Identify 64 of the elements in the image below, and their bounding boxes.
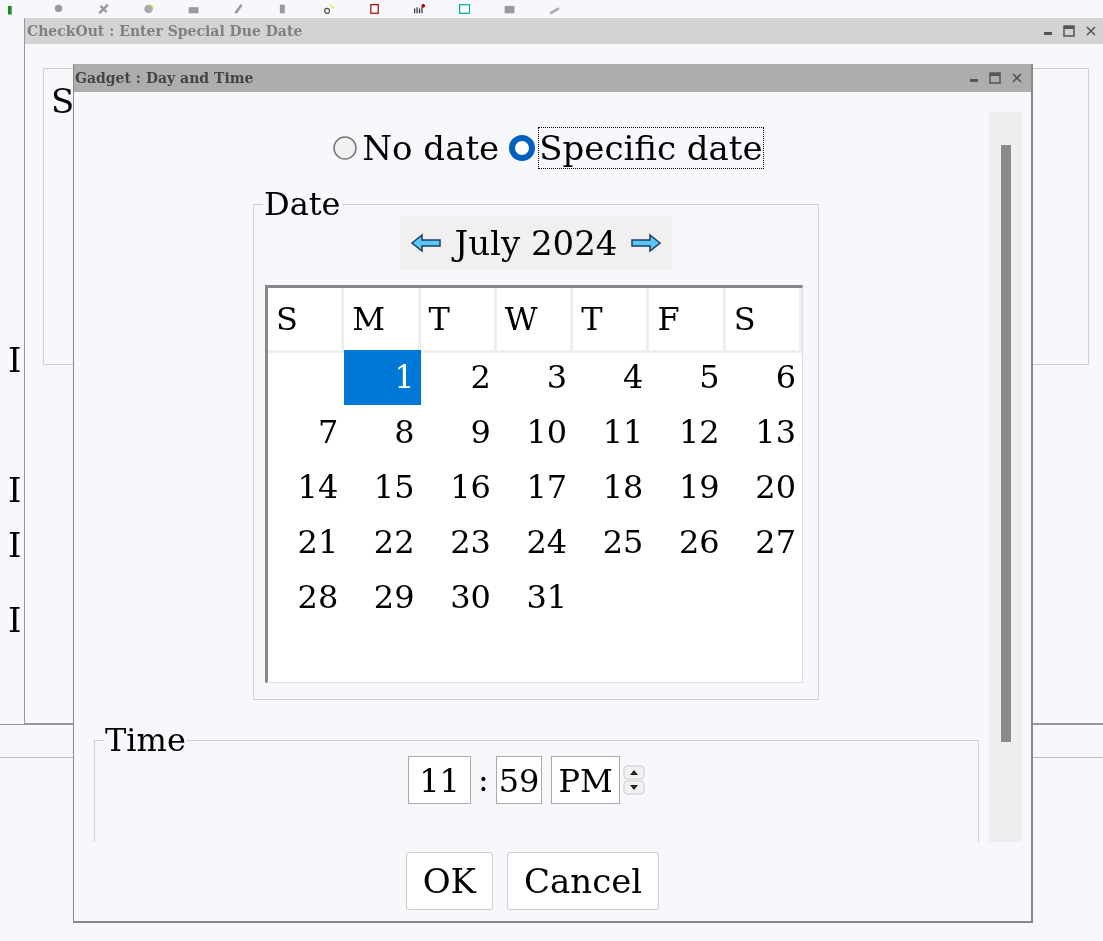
text-label: I (8, 525, 23, 565)
close-icon[interactable] (1085, 25, 1097, 37)
day-cell[interactable]: 10 (496, 405, 574, 460)
day-cell[interactable]: 29 (344, 570, 421, 625)
minute-field[interactable]: 59 (495, 756, 543, 804)
day-cell[interactable]: 25 (573, 515, 650, 570)
day-cell[interactable]: 5 (649, 350, 726, 405)
day-cell[interactable]: 7 (268, 405, 345, 460)
day-cell[interactable]: 22 (344, 515, 421, 570)
day-cell[interactable]: 27 (725, 515, 802, 570)
close-icon[interactable] (1011, 72, 1023, 84)
day-cell[interactable]: 20 (725, 460, 802, 515)
column-header: W (496, 288, 574, 353)
window-title: Gadget : Day and Time (75, 68, 254, 88)
day-cell[interactable]: 1 (344, 350, 421, 405)
day-cell[interactable]: 9 (420, 405, 497, 460)
day-cell[interactable]: 15 (344, 460, 421, 515)
text-label: I (8, 340, 23, 380)
day-cell[interactable]: 6 (725, 350, 802, 405)
dialog-button[interactable]: OK (405, 852, 493, 910)
day-cell[interactable]: 28 (268, 570, 345, 625)
column-header: T (420, 288, 497, 353)
day-cell[interactable]: 8 (344, 405, 421, 460)
day-cell[interactable]: 24 (496, 515, 574, 570)
radio-label[interactable]: No date (362, 128, 500, 168)
text-label: I (8, 470, 23, 510)
day-cell[interactable]: 17 (496, 460, 574, 515)
radio-button[interactable] (332, 135, 359, 161)
day-cell[interactable]: 2 (420, 350, 497, 405)
column-header: S (268, 288, 345, 353)
hour-field[interactable]: 11 (408, 756, 471, 804)
day-cell[interactable]: 4 (573, 350, 650, 405)
left-arrow-icon[interactable] (410, 233, 441, 253)
day-cell[interactable]: 16 (420, 460, 497, 515)
maximize-icon[interactable] (989, 72, 1001, 84)
text-label: S (51, 81, 75, 121)
spinner-icon[interactable] (622, 765, 645, 795)
dialog-button[interactable]: Cancel (507, 852, 660, 910)
day-cell[interactable]: 31 (496, 570, 574, 625)
right-arrow-icon[interactable] (631, 233, 662, 253)
maximize-icon[interactable] (1063, 25, 1075, 37)
day-cell[interactable]: 19 (649, 460, 726, 515)
separator-text: : (476, 761, 490, 799)
column-header: F (649, 288, 726, 353)
radio-label[interactable]: Specific date (539, 128, 763, 168)
window-title: CheckOut : Enter Special Due Date (27, 21, 303, 41)
group-title: Time (104, 722, 187, 758)
column-header: S (725, 288, 802, 353)
scrollbar[interactable] (989, 112, 1022, 842)
day-cell[interactable]: 12 (649, 405, 726, 460)
period-field[interactable]: PM (551, 756, 620, 804)
day-cell[interactable]: 26 (649, 515, 726, 570)
day-cell[interactable]: 13 (725, 405, 802, 460)
day-cell[interactable]: 30 (420, 570, 497, 625)
day-cell[interactable]: 3 (496, 350, 574, 405)
day-cell[interactable]: 14 (268, 460, 345, 515)
day-cell[interactable]: 23 (420, 515, 497, 570)
text-label: I (8, 600, 23, 640)
day-cell[interactable]: 11 (573, 405, 650, 460)
column-header: T (573, 288, 650, 353)
group-title: Date (263, 186, 342, 222)
day-cell[interactable]: 18 (573, 460, 650, 515)
day-cell[interactable]: 21 (268, 515, 345, 570)
radio-button[interactable] (509, 135, 536, 161)
